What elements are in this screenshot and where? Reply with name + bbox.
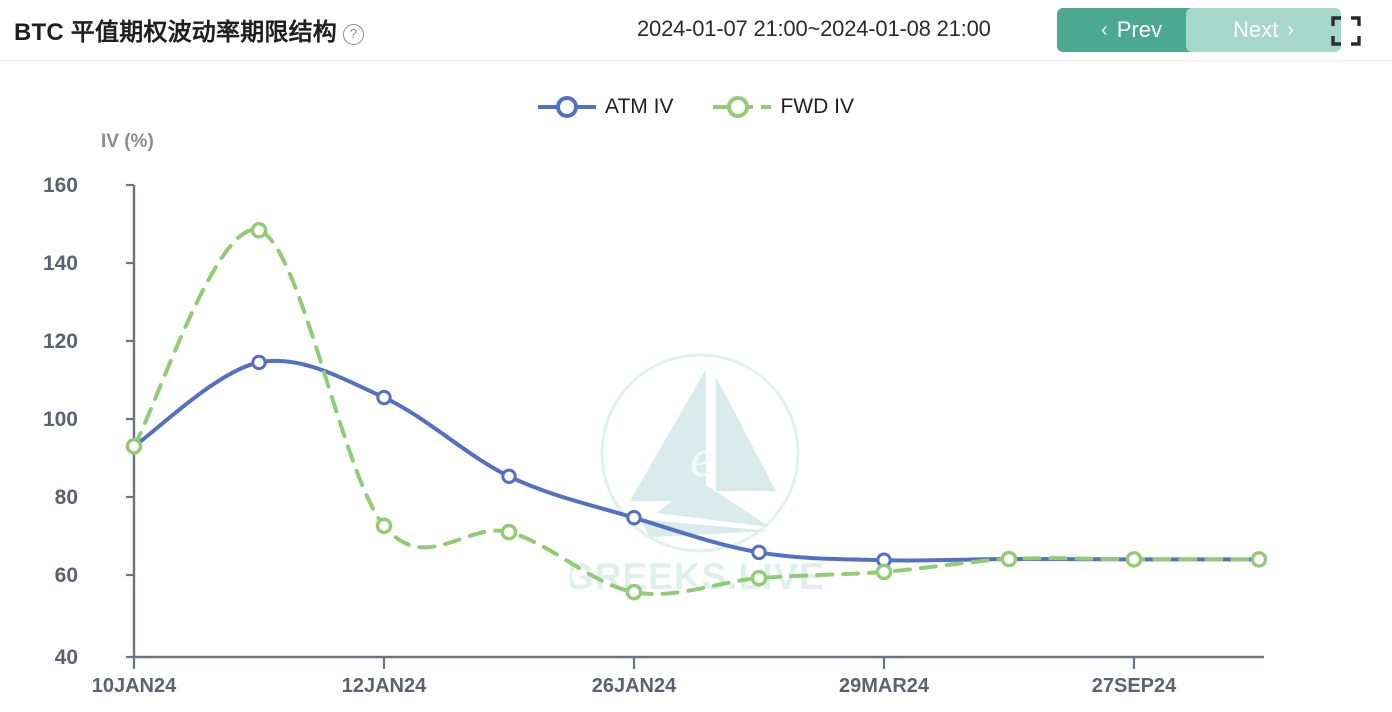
x-tick-label-29mar24: 29MAR24: [838, 675, 930, 697]
y-tick-label-120: 120: [42, 330, 78, 353]
series-atm-iv: [126, 354, 1267, 568]
data-point[interactable]: [1250, 551, 1268, 568]
y-tick-label-40: 40: [54, 646, 78, 669]
y-tick-label-60: 60: [54, 564, 78, 587]
next-button[interactable]: Next ›: [1186, 8, 1341, 52]
x-tick-label-26jan24: 26JAN24: [591, 675, 677, 697]
series-fwd-iv: [125, 221, 1268, 601]
data-point[interactable]: [625, 583, 643, 601]
x-axis-ticks: [132, 657, 1136, 669]
data-point[interactable]: [375, 517, 393, 535]
data-point[interactable]: [501, 468, 517, 485]
data-point[interactable]: [125, 437, 143, 455]
data-point[interactable]: [626, 509, 642, 526]
data-point[interactable]: [1000, 550, 1018, 568]
data-point[interactable]: [875, 563, 893, 581]
chevron-right-icon: ›: [1287, 18, 1294, 41]
page-title-text: BTC 平值期权波动率期限结构: [14, 19, 337, 46]
data-point[interactable]: [500, 523, 518, 541]
y-tick-label-80: 80: [54, 486, 78, 509]
data-point[interactable]: [376, 389, 392, 406]
series-line: [132, 358, 1261, 563]
next-button-label: Next: [1233, 17, 1279, 42]
prev-button[interactable]: ‹ Prev: [1057, 8, 1206, 52]
data-point[interactable]: [751, 544, 767, 561]
x-tick-label-12jan24: 12JAN24: [341, 675, 427, 697]
question-mark-icon[interactable]: ?: [343, 24, 364, 45]
chart-plot: [125, 183, 1268, 669]
x-tick-label-27sep24: 27SEP24: [1091, 675, 1177, 697]
data-point[interactable]: [250, 221, 268, 239]
page-title: BTC 平值期权波动率期限结构?: [14, 12, 364, 47]
data-point[interactable]: [750, 569, 768, 587]
chart-header: BTC 平值期权波动率期限结构? 2024-01-07 21:00~2024-0…: [0, 0, 1392, 61]
y-tick-label-100: 100: [42, 408, 78, 431]
chart-canvas: IV (%) e GREEKS.LIVE 160 140 120 100 80 …: [0, 61, 1392, 712]
y-tick-label-160: 160: [42, 174, 78, 197]
y-tick-label-140: 140: [42, 252, 78, 275]
fullscreen-icon[interactable]: [1331, 16, 1361, 46]
date-range-label: 2024-01-07 21:00~2024-01-08 21:00: [637, 16, 991, 41]
chevron-left-icon: ‹: [1101, 18, 1108, 41]
series-line: [132, 227, 1261, 597]
prev-button-label: Prev: [1116, 17, 1162, 42]
data-point[interactable]: [251, 354, 267, 371]
x-tick-label-10jan24: 10JAN24: [91, 675, 177, 697]
data-point[interactable]: [1125, 551, 1143, 568]
